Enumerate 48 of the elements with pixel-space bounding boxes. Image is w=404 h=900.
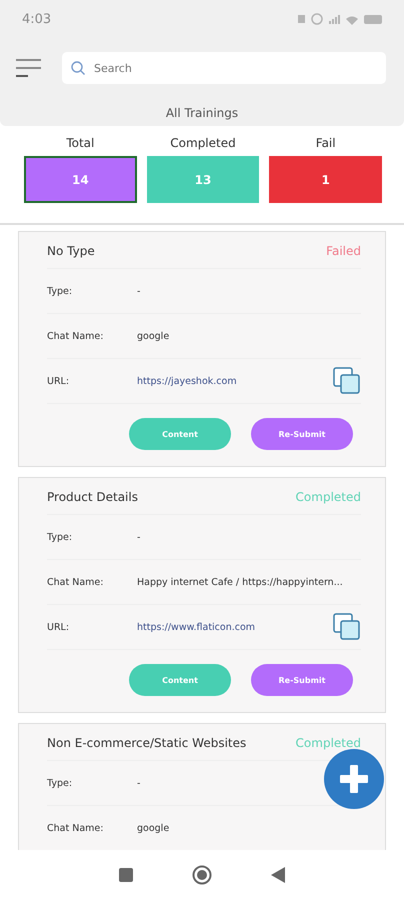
card-title: Product Details — [47, 490, 138, 504]
field-value: - — [137, 778, 142, 788]
copy-icon[interactable] — [333, 613, 361, 641]
action-button[interactable]: Re-Submit — [251, 664, 353, 696]
status-time: 4:03 — [22, 12, 52, 26]
action-button[interactable]: Content — [129, 664, 231, 696]
section-title: All Trainings — [164, 105, 240, 122]
field-value: Happy internet Cafe / https://happyintern... — [137, 576, 344, 588]
stat-tile[interactable]: 13 — [146, 156, 260, 203]
status-label: Completed — [296, 490, 361, 504]
home-icon[interactable] — [192, 865, 212, 885]
status-label: Completed — [296, 736, 361, 750]
search-field[interactable]: Search — [62, 52, 386, 84]
card-title: Non E-commerce/Static Websites — [47, 736, 246, 750]
field-label: URL: — [47, 376, 70, 386]
plus-icon — [340, 765, 368, 793]
url-link[interactable]: https://jayeshok.com — [137, 376, 333, 386]
field-label: Type: — [47, 286, 74, 296]
field-value: - — [137, 286, 142, 296]
field-label: URL: — [47, 622, 70, 632]
action-button[interactable]: Re-Submit — [251, 418, 353, 450]
alarm-icon — [311, 13, 323, 25]
field-label: Chat Name: — [47, 330, 104, 342]
field-value: google — [137, 822, 170, 834]
battery-icon — [364, 14, 382, 24]
field-label: Chat Name: — [47, 822, 104, 834]
stat-label: Fail — [316, 136, 336, 150]
recents-icon[interactable] — [119, 868, 134, 882]
copy-icon[interactable] — [333, 367, 361, 395]
stat-label: Total — [66, 136, 94, 150]
wifi-icon — [346, 14, 358, 24]
action-button[interactable]: Content — [129, 418, 231, 450]
back-icon[interactable] — [270, 867, 285, 883]
stat-tile[interactable]: 14 — [24, 156, 137, 203]
stat-tile[interactable]: 1 — [269, 156, 382, 203]
search-icon — [70, 60, 86, 76]
url-link[interactable]: https://www.flaticon.com — [137, 622, 333, 632]
status-label: Failed — [326, 244, 361, 258]
card-title: No Type — [47, 244, 95, 258]
field-value: google — [137, 330, 170, 342]
signal-icon — [329, 14, 340, 24]
stat-label: Completed — [170, 136, 236, 150]
field-label: Type: — [47, 532, 74, 542]
field-label: Chat Name: — [47, 576, 104, 588]
notification-icon — [298, 15, 305, 23]
field-label: Type: — [47, 778, 74, 788]
menu-icon[interactable] — [16, 57, 42, 79]
field-value: - — [137, 532, 142, 542]
